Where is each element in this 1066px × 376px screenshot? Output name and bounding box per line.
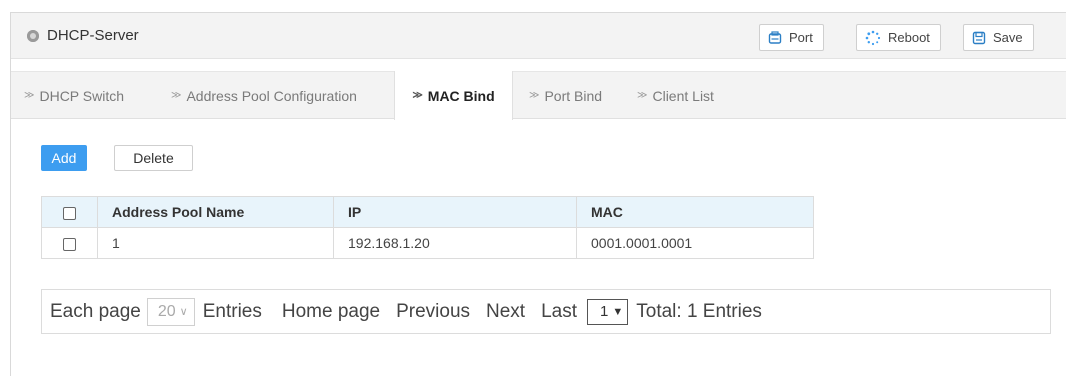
mac-bind-table: Address Pool Name IP MAC 1 192.168.1.20 … [41,196,814,259]
mac-cell: 0001.0001.0001 [576,227,814,259]
last-link[interactable]: Last [541,301,577,323]
save-icon [972,31,986,45]
page-number-value: 1 [600,303,609,320]
chevron-right-icon: ≫ [412,90,423,101]
column-header: IP [333,196,577,228]
chevron-right-icon: ≫ [171,90,182,101]
panel-header: DHCP-Server Port Reboot Save [11,13,1066,59]
home-page-link[interactable]: Home page [282,301,380,323]
reboot-icon [865,30,881,46]
tab-dhcp-switch[interactable]: ≫ DHCP Switch [24,72,124,119]
save-button[interactable]: Save [963,24,1034,51]
row-checkbox[interactable] [63,237,76,251]
ip-cell: 192.168.1.20 [333,227,577,259]
total-entries-label: Total: 1 Entries [636,300,762,322]
column-header: Address Pool Name [97,196,334,228]
column-header: MAC [576,196,814,228]
tab-port-bind[interactable]: ≫ Port Bind [529,72,602,119]
next-link[interactable]: Next [486,301,525,323]
select-all-cell [41,196,98,228]
chevron-right-icon: ≫ [529,90,540,101]
page-number-select[interactable]: 1 ▼ [587,298,629,325]
circle-icon [27,30,39,42]
port-button[interactable]: Port [759,24,824,51]
reboot-button[interactable]: Reboot [856,24,941,51]
save-button-label: Save [993,30,1023,45]
tab-bar: ≫ DHCP Switch ≫ Address Pool Configurati… [11,71,1066,120]
tab-mac-bind[interactable]: ≫ MAC Bind [394,71,513,120]
dhcp-server-panel: DHCP-Server Port Reboot Save ≫ DHCP Swit… [10,12,1066,376]
page-size-select[interactable]: 20 ∨ [146,297,195,326]
pool-name-cell: 1 [97,227,334,259]
each-page-label: Each page [50,300,141,322]
tab-label: Client List [652,87,714,104]
delete-button[interactable]: Delete [114,145,193,171]
page-title: DHCP-Server [47,27,139,44]
tab-label: DHCP Switch [39,87,125,104]
tab-label: Port Bind [544,87,603,104]
tab-label: Address Pool Configuration [186,87,357,104]
chevron-right-icon: ≫ [637,90,648,101]
tab-label: MAC Bind [427,87,495,104]
chevron-right-icon: ≫ [24,90,35,101]
add-button[interactable]: Add [41,145,87,171]
table-row[interactable]: 1 192.168.1.20 0001.0001.0001 [41,227,814,259]
select-all-checkbox[interactable] [63,206,76,220]
chevron-down-icon: ∨ [179,306,188,318]
pagination-bar: Each page 20 ∨ Entries Home page Previou… [41,289,1051,334]
tab-client-list[interactable]: ≫ Client List [637,72,714,119]
port-icon [768,30,782,45]
chevron-down-icon: ▼ [612,305,624,318]
port-button-label: Port [789,30,813,45]
page-size-value: 20 [157,302,176,320]
entries-label: Entries [202,300,262,322]
row-select-cell [41,227,98,259]
previous-link[interactable]: Previous [396,301,470,323]
table-header-row: Address Pool Name IP MAC [41,196,814,228]
tab-address-pool-configuration[interactable]: ≫ Address Pool Configuration [171,72,357,119]
reboot-button-label: Reboot [888,30,930,45]
